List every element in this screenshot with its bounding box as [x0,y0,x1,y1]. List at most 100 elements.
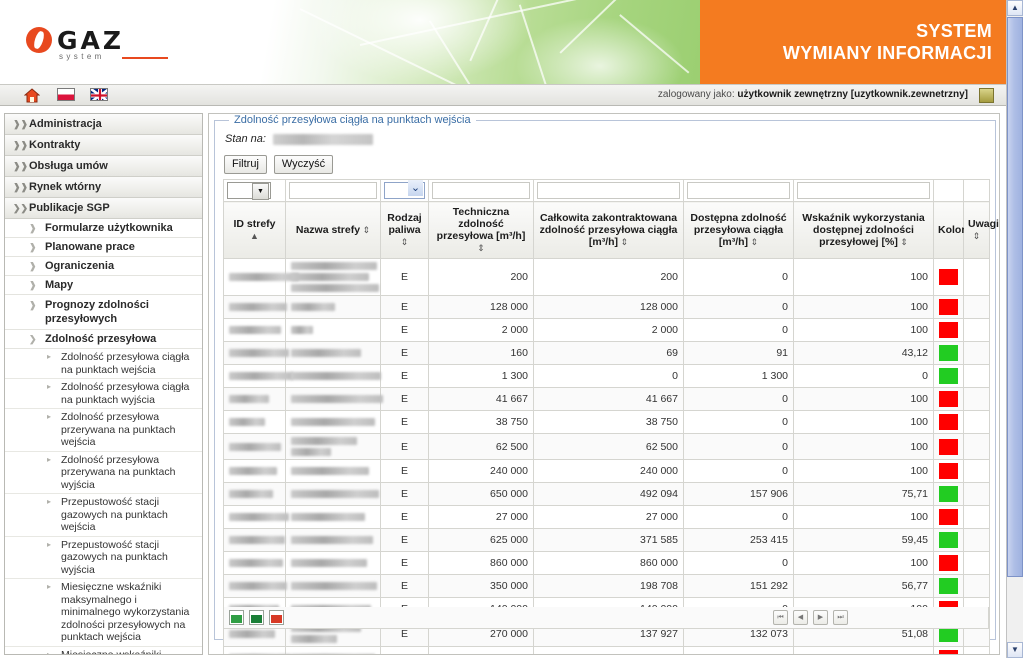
column-header-1[interactable]: ID strefy ▲ [223,201,286,259]
sidebar-item-przerywana-wyjscia[interactable]: ▸ Zdolność przesyłowa przerywana na punk… [5,451,202,494]
scroll-down-icon[interactable]: ▼ [1007,642,1023,658]
filter-fuel-dropdown[interactable] [384,180,425,199]
table-row[interactable]: E 240 000 240 000 0 100 [223,459,990,483]
filter-input-5[interactable] [687,182,790,199]
table-row[interactable]: E2 000 2 000 0 100 [223,318,990,342]
cell-color-indicator [933,258,964,296]
sidebar-item-mapy[interactable]: ❱ Mapy [5,276,202,295]
export-csv-icon[interactable] [229,610,244,625]
pager-next-button[interactable]: ▶ [813,610,828,625]
sidebar-item-przepustowosc-wyjscia[interactable]: ▸ Przepustowość stacji gazowych na punkt… [5,536,202,579]
sidebar-item-ciagla-wejscia[interactable]: ▸ Zdolność przesyłowa ciągła na punktach… [5,349,202,379]
filter-input-1[interactable] [289,182,377,199]
cell-technical-capacity: 128 000 [428,295,534,319]
sidebar-label: Przepustowość stacji gazowych na punktac… [61,496,168,533]
home-icon[interactable] [23,88,42,103]
table-row[interactable]: E1 300 0 1 300 0 [223,364,990,388]
table-row[interactable]: E 27 000 27 000 0 100 [223,505,990,529]
cell-zone-id [223,295,287,319]
table-row[interactable]: E 350 000 198 708 151 292 56,77 [223,574,990,598]
filter-input-4[interactable] [537,182,680,199]
page-title: SYSTEM WYMIANY INFORMACJI [712,20,992,64]
column-header-2[interactable]: Nazwa strefy ⇕ [285,201,381,259]
sort-toggle-icon[interactable]: ⇕ [618,237,629,247]
redacted-value [291,262,377,270]
sort-toggle-icon[interactable]: ⇕ [973,231,981,241]
filter-id-dropdown[interactable] [227,182,271,200]
table-row[interactable]: E 62 500 62 500 0 100 [223,433,990,460]
column-header-4[interactable]: Techniczna zdolność przesyłowa [m³/h] ⇕ [428,201,534,259]
sort-toggle-icon[interactable]: ⇕ [748,237,759,247]
cell-remarks [963,482,990,506]
export-pdf-icon[interactable] [269,610,284,625]
cell-usage-percent: 100 [793,551,934,575]
cell-zone-name [285,551,381,575]
export-excel-icon[interactable] [249,610,264,625]
sidebar-item-obsluga-umow[interactable]: ❱❱ Obsługa umów [5,156,202,177]
sidebar-item-planowane-prace[interactable]: ❱ Planowane prace [5,238,202,257]
sidebar-item-administracja[interactable]: ❱❱ Administracja [5,114,202,135]
table-row[interactable]: E 860 000 860 000 0 100 [223,551,990,575]
pager-first-button[interactable]: ⏮ [773,610,788,625]
scroll-up-icon[interactable]: ▲ [1007,0,1023,16]
column-header-6[interactable]: Dostępna zdolność przesyłowa ciągła [m³/… [683,201,794,259]
table-row[interactable]: E 650 000 492 094 157 906 75,71 [223,482,990,506]
sidebar-item-ograniczenia[interactable]: ❱ Ograniczenia [5,257,202,276]
sort-toggle-icon[interactable]: ⇕ [360,225,371,235]
sidebar-item-formularze[interactable]: ❱ Formularze użytkownika [5,219,202,238]
sort-toggle-icon[interactable]: ⇕ [401,237,409,247]
sidebar-item-miesieczne-wejscia[interactable]: ▸ Miesięczne wskaźniki maksymalnego i mi… [5,579,202,647]
column-header-5[interactable]: Całkowita zakontraktowana zdolność przes… [533,201,684,259]
chevron-down-icon: ❱❱ [13,182,29,192]
sidebar-item-zdolnosc-przesylowa[interactable]: ❯ Zdolność przesyłowa [5,330,202,349]
sidebar-item-prognozy[interactable]: ❱ Prognozy zdolności przesyłowych [5,295,202,330]
status-badge [939,368,958,384]
sidebar-item-ciagla-wyjscia[interactable]: ▸ Zdolność przesyłowa ciągła na punktach… [5,379,202,409]
sort-toggle-icon[interactable]: ⇕ [477,243,485,253]
pager-prev-button[interactable]: ◀ [793,610,808,625]
cell-technical-capacity: 240 000 [428,459,534,483]
logout-icon[interactable] [979,88,994,103]
redacted-value [291,303,335,311]
sidebar-item-rynek-wtorny[interactable]: ❱❱ Rynek wtórny [5,177,202,198]
table-row[interactable]: E 128 000 128 000 0 100 [223,295,990,319]
column-header-7[interactable]: Wskaźnik wykorzystania dostępnej zdolnoś… [793,201,934,259]
sidebar-item-miesieczne-wyjscia[interactable]: ▸ Miesięczne wskaźniki maksymalnego i mi… [5,646,202,654]
column-header-9[interactable]: Uwagi ⇕ [963,201,999,259]
table-row[interactable]: E 625 000 371 585 253 415 59,45 [223,528,990,552]
sidebar-label: Prognozy zdolności przesyłowych [45,299,149,325]
cell-technical-capacity: 160 [428,341,534,365]
pager-last-button[interactable]: ⏭ [833,610,848,625]
sort-asc-icon[interactable]: ▲ [250,231,259,241]
cell-contracted-capacity: 27 000 [533,505,684,529]
cell-available-capacity: 0 [683,318,794,342]
gaz-system-logo[interactable]: GAZ system [26,26,168,62]
table-row[interactable]: E 41 667 41 667 0 100 [223,387,990,411]
sidebar-item-przerywana-wejscia[interactable]: ▸ Zdolność przesyłowa przerywana na punk… [5,409,202,452]
column-header-8[interactable]: Kolor [933,201,965,259]
sort-toggle-icon[interactable]: ⇕ [898,237,908,247]
table-row[interactable]: E 160 69 91 43,12 [223,341,990,365]
sidebar-label: Obsługa umów [29,160,108,172]
table-row[interactable]: E 200 200 0 100 [223,258,990,296]
chevron-down-icon: ❱ [29,242,37,252]
browser-scrollbar[interactable]: ▲ ▼ [1006,0,1023,658]
table-row[interactable]: E 38 750 38 750 0 100 [223,410,990,434]
filter-input-3[interactable] [432,182,530,199]
column-header-label: ID strefy [233,218,276,230]
sidebar-item-kontrakty[interactable]: ❱❱ Kontrakty [5,135,202,156]
filter-button[interactable]: Filtruj [224,155,267,174]
scrollbar-thumb[interactable] [1007,17,1023,577]
page-root: GAZ system SYSTEM WYMIANY INFORMACJI zal… [0,0,1023,658]
filter-input-6[interactable] [797,182,930,199]
cell-remarks [963,551,990,575]
table-row[interactable]: E395 140395 1400100 [223,646,990,654]
clear-button[interactable]: Wyczyść [273,155,334,174]
stan-na-row: Stan na: [225,133,374,145]
sidebar-item-przepustowosc-wejscia[interactable]: ▸ Przepustowość stacji gazowych na punkt… [5,494,202,537]
status-badge [939,345,958,361]
column-header-3[interactable]: Rodzaj paliwa ⇕ [380,201,429,259]
flag-gb-icon[interactable] [90,88,108,101]
sidebar-item-publikacje-sgp[interactable]: ❯❯ Publikacje SGP [5,198,202,219]
flag-pl-icon[interactable] [57,88,75,101]
